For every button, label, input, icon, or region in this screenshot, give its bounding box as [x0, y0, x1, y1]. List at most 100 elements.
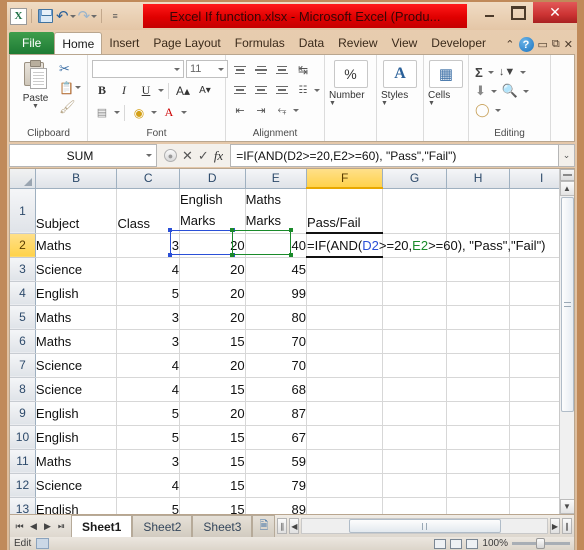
cancel-formula-icon[interactable]: ✕ [182, 148, 193, 164]
cell-B11[interactable]: Maths [35, 449, 118, 474]
excel-logo-icon[interactable]: X [10, 7, 27, 25]
row-header-13[interactable]: 13 [10, 497, 36, 514]
cell-H8[interactable] [446, 377, 511, 402]
number-format-icon[interactable]: % [333, 60, 368, 88]
cell-H1[interactable] [446, 188, 511, 234]
cell-F4[interactable] [306, 281, 384, 306]
cell-G8[interactable] [382, 377, 447, 402]
borders-icon[interactable]: ▤ [92, 103, 112, 122]
scroll-right-icon[interactable]: ▶ [550, 518, 560, 534]
cell-H11[interactable] [446, 449, 511, 474]
cell-E6[interactable]: 70 [245, 329, 308, 354]
cell-E10[interactable]: 67 [245, 425, 308, 450]
font-size-dropdown-icon[interactable] [218, 67, 224, 71]
column-header-E[interactable]: E [245, 169, 308, 189]
zoom-slider[interactable] [512, 538, 570, 549]
italic-button[interactable]: I [114, 81, 134, 100]
cell-H10[interactable] [446, 425, 511, 450]
cell-D11[interactable]: 15 [179, 449, 246, 474]
paste-button[interactable]: Paste ▼ [14, 58, 57, 110]
increase-font-size-icon[interactable]: A▴ [173, 81, 193, 100]
cell-H13[interactable] [446, 497, 511, 514]
normal-view-icon[interactable] [434, 538, 447, 549]
restore-down-icon[interactable]: ⧉ [552, 38, 560, 51]
paste-dropdown-icon[interactable]: ▼ [32, 103, 39, 110]
cell-F3[interactable] [306, 257, 384, 282]
cell-G1[interactable] [382, 188, 447, 234]
cell-B7[interactable]: Science [35, 353, 118, 378]
tab-data[interactable]: Data [292, 32, 331, 54]
autosum-icon[interactable]: Σ [473, 63, 485, 81]
cell-G4[interactable] [382, 281, 447, 306]
tab-split-handle[interactable]: ∥ [277, 518, 288, 534]
tab-insert[interactable]: Insert [102, 32, 146, 54]
scroll-up-icon[interactable]: ▲ [559, 181, 574, 196]
insert-function-icon[interactable]: fx [214, 148, 223, 164]
find-dropdown-icon[interactable] [523, 89, 530, 93]
horizontal-split-handle[interactable]: ∥ [562, 518, 572, 534]
cell-E8[interactable]: 68 [245, 377, 308, 402]
tab-formulas[interactable]: Formulas [228, 32, 292, 54]
enter-formula-icon[interactable]: ✓ [198, 148, 209, 164]
scroll-left-icon[interactable]: ◀ [289, 518, 300, 534]
close-button[interactable]: ✕ [533, 2, 577, 23]
cell-D1[interactable]: English Marks [179, 188, 246, 234]
cell-C4[interactable]: 5 [116, 281, 180, 306]
row-header-8[interactable]: 8 [10, 377, 36, 402]
cell-E9[interactable]: 87 [245, 401, 308, 426]
page-layout-view-icon[interactable] [450, 538, 463, 549]
cell-H4[interactable] [446, 281, 511, 306]
cell-D4[interactable]: 20 [179, 281, 246, 306]
help-icon[interactable]: ? [518, 37, 534, 52]
align-left-icon[interactable] [230, 81, 250, 99]
row-header-1[interactable]: 1 [10, 188, 36, 234]
cell-D6[interactable]: 15 [179, 329, 246, 354]
row-header-3[interactable]: 3 [10, 257, 36, 282]
row-header-4[interactable]: 4 [10, 281, 36, 306]
select-all-corner[interactable] [10, 169, 36, 189]
cell-F6[interactable] [306, 329, 384, 354]
row-header-12[interactable]: 12 [10, 473, 36, 498]
sheet-tab-sheet2[interactable]: Sheet2 [132, 515, 193, 537]
cell-D10[interactable]: 15 [179, 425, 246, 450]
cell-E11[interactable]: 59 [245, 449, 308, 474]
cell-C7[interactable]: 4 [116, 353, 180, 378]
tab-view[interactable]: View [385, 32, 425, 54]
row-header-11[interactable]: 11 [10, 449, 36, 474]
cell-F13[interactable] [306, 497, 384, 514]
cell-B4[interactable]: English [35, 281, 118, 306]
cell-D13[interactable]: 15 [179, 497, 246, 514]
minimize-button[interactable] [475, 2, 504, 23]
font-color-dropdown-icon[interactable] [181, 111, 187, 114]
cell-B5[interactable]: Maths [35, 305, 118, 330]
decrease-font-size-icon[interactable]: A▾ [195, 81, 215, 100]
cell-F9[interactable] [306, 401, 384, 426]
font-name-input[interactable] [92, 60, 184, 78]
cell-G5[interactable] [382, 305, 447, 330]
column-header-H[interactable]: H [446, 169, 511, 189]
cell-D9[interactable]: 20 [179, 401, 246, 426]
styles-dropdown-icon[interactable]: ▼ [381, 100, 388, 107]
insert-worksheet-icon[interactable]: 🗎 [252, 515, 276, 537]
name-box-dropdown-icon[interactable] [146, 154, 152, 157]
format-painter-icon[interactable]: 🖌 [57, 98, 83, 115]
sort-filter-dropdown-icon[interactable] [520, 70, 527, 74]
cell-F12[interactable] [306, 473, 384, 498]
underline-button[interactable]: U [136, 81, 156, 100]
styles-icon[interactable]: A [383, 60, 417, 88]
maximize-button[interactable] [504, 2, 533, 23]
cell-C3[interactable]: 4 [116, 257, 180, 282]
cell-G13[interactable] [382, 497, 447, 514]
cell-C2[interactable]: 3 [116, 233, 180, 258]
cell-F7[interactable] [306, 353, 384, 378]
horizontal-scrollbar[interactable]: ∥ ◀ ▶ ∥ [275, 515, 574, 537]
cell-F11[interactable] [306, 449, 384, 474]
zoom-slider-knob[interactable] [536, 538, 545, 549]
page-break-view-icon[interactable] [466, 538, 479, 549]
redo-dropdown-icon[interactable] [91, 14, 98, 18]
customize-qat-icon[interactable]: ≡ [106, 7, 124, 25]
autosum-dropdown-icon[interactable] [487, 70, 494, 74]
cell-C5[interactable]: 3 [116, 305, 180, 330]
row-header-9[interactable]: 9 [10, 401, 36, 426]
row-header-2[interactable]: 2 [10, 233, 36, 258]
